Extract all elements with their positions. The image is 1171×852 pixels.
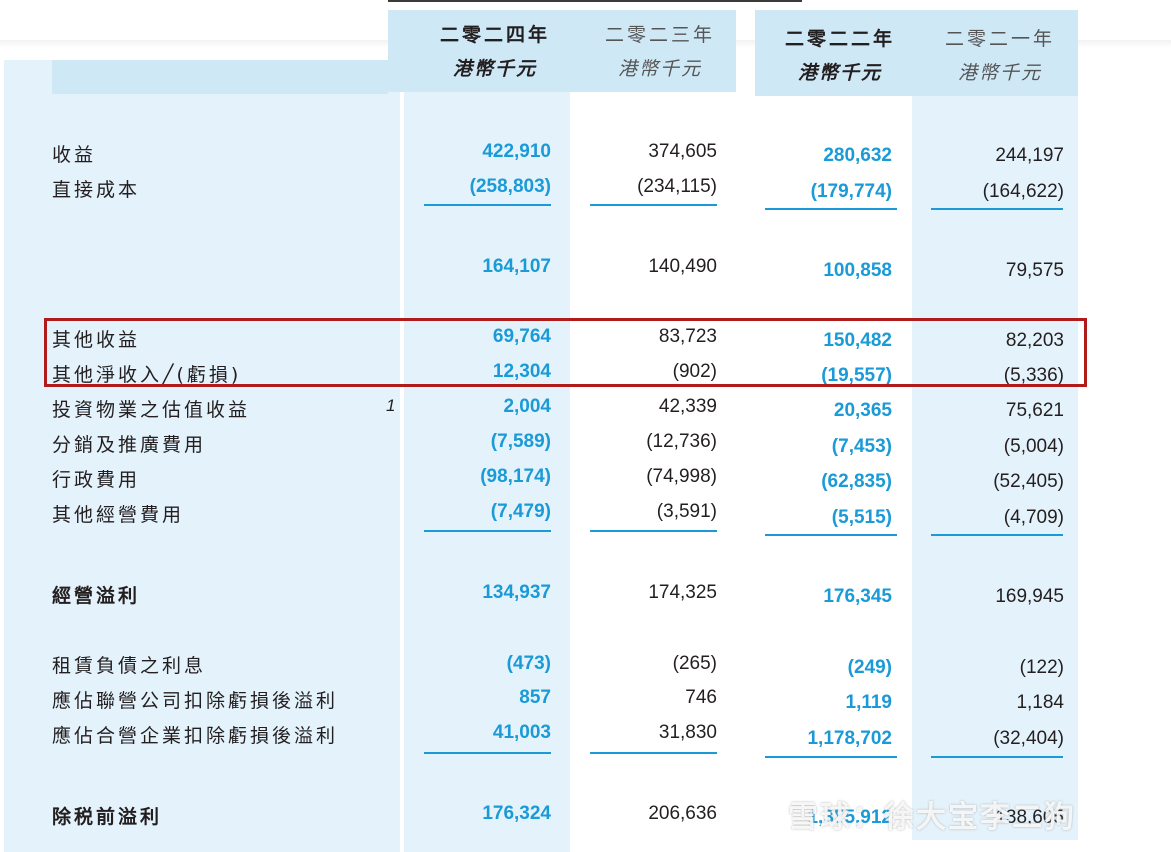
subtotal-rule <box>424 752 551 754</box>
value-2023: 374,605 <box>648 141 717 162</box>
value-2023: (74,998) <box>646 466 717 487</box>
value-2022: (62,835) <box>821 471 892 492</box>
value-2022: (179,774) <box>810 181 892 202</box>
value-2023: (12,736) <box>646 431 717 452</box>
highlight-box <box>44 318 1087 387</box>
value-2024: (98,174) <box>480 466 551 487</box>
value-2021: (122) <box>1019 657 1064 678</box>
value-2024: (258,803) <box>469 176 551 197</box>
year-2023: 二零二三年 <box>604 24 715 46</box>
value-2021: 75,621 <box>1005 400 1064 421</box>
value-2023: (265) <box>672 653 717 674</box>
row-label: 收益 <box>52 144 97 166</box>
value-2023: 174,325 <box>648 582 717 603</box>
value-2021: (5,004) <box>1003 436 1064 457</box>
value-2023: 42,339 <box>658 396 717 417</box>
row-label-profit-before-tax: 除税前溢利 <box>52 806 163 828</box>
year-2024: 二零二四年 <box>439 24 550 46</box>
subtotal-rule <box>590 752 717 754</box>
value-2024: 857 <box>519 687 551 708</box>
value-2022: (5,515) <box>831 507 892 528</box>
value-2023: (3,591) <box>656 501 717 522</box>
subtotal-rule <box>424 530 551 532</box>
unit-2022: 港幣千元 <box>797 62 882 84</box>
value-2023: 746 <box>685 687 717 708</box>
value-2023: 140,490 <box>648 256 717 277</box>
header-2024: 二零二四年 港幣千元 <box>420 18 570 86</box>
value-2021: 169,945 <box>995 586 1064 607</box>
value-2022: 20,365 <box>833 400 892 421</box>
value-2021: 79,575 <box>1005 260 1064 281</box>
unit-2021: 港幣千元 <box>957 62 1042 84</box>
row-label: 應佔聯營公司扣除虧損後溢利 <box>52 690 339 712</box>
value-2023: 206,636 <box>648 803 717 824</box>
subtotal-rule <box>765 208 897 210</box>
subtotal-rule <box>424 204 551 206</box>
year-2021: 二零二一年 <box>944 28 1055 50</box>
value-2024: 134,937 <box>482 582 551 603</box>
top-dark-line <box>388 0 802 2</box>
value-2024: 422,910 <box>482 141 551 162</box>
value-2022: 176,345 <box>823 586 892 607</box>
subtotal-rule <box>590 530 717 532</box>
row-label: 租賃負債之利息 <box>52 655 207 677</box>
value-2022: 280,632 <box>823 145 892 166</box>
watermark-text: 雪球：徐大宝李二狗 <box>788 800 1076 835</box>
row-label-operating-profit: 經營溢利 <box>52 585 141 607</box>
subtotal-rule <box>590 204 717 206</box>
subtotal-rule <box>931 208 1063 210</box>
row-label: 直接成本 <box>52 179 141 201</box>
header-2021: 二零二一年 港幣千元 <box>930 22 1070 90</box>
value-2022: (7,453) <box>831 436 892 457</box>
value-2022: 100,858 <box>823 260 892 281</box>
value-2021: (32,404) <box>993 728 1064 749</box>
subtotal-rule <box>931 756 1063 758</box>
year-2022: 二零二二年 <box>784 28 895 50</box>
value-2024: 41,003 <box>492 722 551 743</box>
value-2024: 176,324 <box>482 803 551 824</box>
row-label: 其他經營費用 <box>52 504 185 526</box>
value-2021: (164,622) <box>982 181 1064 202</box>
value-2021: 244,197 <box>995 145 1064 166</box>
value-2024: (7,479) <box>490 501 551 522</box>
value-2024: 164,107 <box>482 256 551 277</box>
value-2021: (4,709) <box>1003 507 1064 528</box>
value-2024: (7,589) <box>490 431 551 452</box>
subtotal-rule <box>765 756 897 758</box>
value-2021: 1,184 <box>1016 692 1064 713</box>
note-ref: 1 <box>386 396 396 415</box>
value-2022: (249) <box>847 657 892 678</box>
value-2023: 31,830 <box>658 722 717 743</box>
value-2023: (234,115) <box>637 176 717 197</box>
value-2024: 2,004 <box>503 396 551 417</box>
row-label: 應佔合營企業扣除虧損後溢利 <box>52 725 339 747</box>
row-label: 投資物業之估值收益 <box>52 399 251 421</box>
left-header-band <box>52 60 388 94</box>
header-2022: 二零二二年 港幣千元 <box>765 22 915 90</box>
value-2024: (473) <box>506 653 551 674</box>
unit-2024: 港幣千元 <box>452 58 537 80</box>
value-2021: (52,405) <box>993 471 1064 492</box>
header-2023: 二零二三年 港幣千元 <box>590 18 730 86</box>
value-2022: 1,119 <box>845 692 893 713</box>
value-2022: 1,178,702 <box>807 728 892 749</box>
subtotal-rule <box>765 534 897 536</box>
unit-2023: 港幣千元 <box>617 58 702 80</box>
subtotal-rule <box>931 534 1063 536</box>
row-label: 分銷及推廣費用 <box>52 434 207 456</box>
row-label: 行政費用 <box>52 469 141 491</box>
